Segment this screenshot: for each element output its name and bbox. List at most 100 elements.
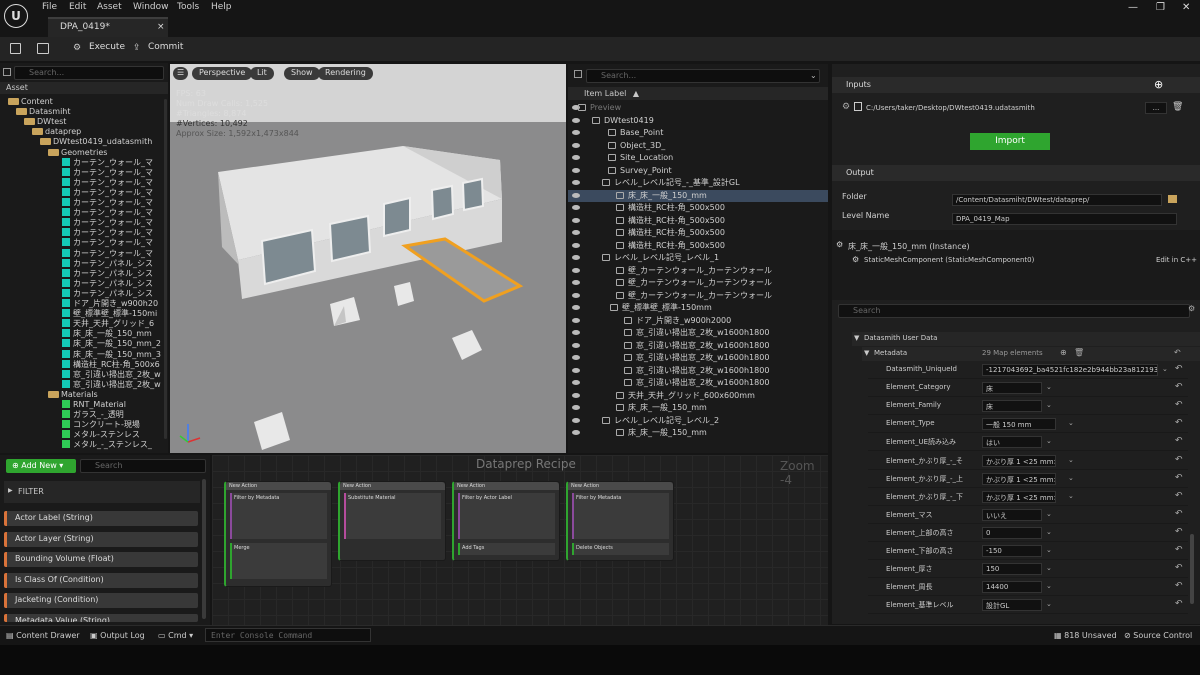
outliner-row[interactable]: 構造柱_RC柱-角_500x500	[568, 202, 828, 214]
visibility-eye-icon[interactable]	[572, 117, 580, 123]
asset-folder-item[interactable]: DWtest0419_udatasmith	[40, 137, 152, 147]
show-button[interactable]: Show	[284, 67, 320, 80]
filter-scrollbar[interactable]	[202, 479, 206, 619]
filter-item[interactable]: Actor Layer (String)	[4, 531, 198, 547]
browse-button[interactable]: ...	[1145, 102, 1167, 114]
reset-icon[interactable]: ↶	[1175, 599, 1183, 609]
asset-item[interactable]: カーテン_パネル_シス	[62, 288, 153, 299]
reset-icon[interactable]: ↶	[1175, 563, 1183, 573]
asset-folder-item[interactable]: Geometries	[48, 148, 107, 158]
outliner-row[interactable]: レベル_レベル記号_レベル_2	[568, 415, 828, 427]
metadata-value-field[interactable]: 設計GL	[982, 599, 1042, 612]
visibility-eye-icon[interactable]	[572, 267, 580, 273]
console-input[interactable]: Enter Console Command	[205, 628, 371, 642]
asset-item[interactable]: カーテン_ウォール_マ	[62, 187, 153, 198]
outliner-row[interactable]: 壁_カーテンウォール_カーテンウォール	[568, 265, 828, 277]
outliner-row[interactable]: Base_Point	[568, 127, 828, 139]
visibility-eye-icon[interactable]	[572, 392, 580, 398]
outliner-row[interactable]: 構造柱_RC柱-角_500x500	[568, 240, 828, 252]
outliner-row[interactable]: ドア_片開き_w900h2000	[568, 315, 828, 327]
reset-icon[interactable]: ↶	[1175, 382, 1183, 392]
chevron-down-icon[interactable]: ⌄	[810, 71, 817, 80]
chevron-down-icon[interactable]: ⌄	[1068, 492, 1074, 500]
outliner-row[interactable]: Site_Location	[568, 152, 828, 164]
visibility-eye-icon[interactable]	[572, 142, 580, 148]
folder-field[interactable]: /Content/Datasmiht/DWtest/dataprep/	[952, 194, 1162, 206]
metadata-value-field[interactable]: いいえ	[982, 508, 1042, 521]
asset-folder-item[interactable]: Datasmiht	[16, 107, 71, 117]
asset-item[interactable]: カーテン_ウォール_マ	[62, 157, 153, 168]
asset-item[interactable]: カーテン_ウォール_マ	[62, 198, 153, 208]
visibility-eye-icon[interactable]	[572, 317, 580, 323]
outliner-row[interactable]: Object_3D_	[568, 140, 828, 152]
outliner-row[interactable]: 窓_引違い掃出窓_2枚_w1600h1800	[568, 365, 828, 377]
details-search-input[interactable]: Search	[838, 304, 1190, 318]
content-drawer-button[interactable]: ▤ Content Drawer	[6, 631, 80, 640]
rendering-button[interactable]: Rendering	[318, 67, 373, 80]
node-step[interactable]: Filter by Metadata	[572, 493, 669, 539]
recipe-action-node[interactable]: New Action Substitute Material	[338, 481, 446, 561]
delete-all-icon[interactable]: 🗑	[1074, 348, 1084, 357]
visibility-eye-icon[interactable]	[572, 155, 580, 160]
node-substep[interactable]: Delete Objects	[572, 543, 669, 555]
metadata-value-field[interactable]: 一般 150 mm	[982, 418, 1056, 431]
outliner-row[interactable]: 壁_標準壁_標準-150mm	[568, 302, 828, 314]
chevron-down-icon[interactable]: ⌄	[1068, 474, 1074, 482]
node-step[interactable]: Filter by Actor Label	[458, 493, 555, 539]
document-tab[interactable]: DPA_0419* ×	[48, 17, 168, 37]
node-substep[interactable]: Add Tags	[458, 543, 555, 555]
menu-help[interactable]: Help	[211, 2, 232, 12]
metadata-row[interactable]: ▼ Metadata 29 Map elements ⊕ 🗑 ↶	[862, 347, 1200, 361]
outliner-row[interactable]: レベル_レベル記号_-_基準_設計GL	[568, 177, 828, 189]
outliner-row[interactable]: Survey_Point	[568, 165, 828, 177]
reset-icon[interactable]: ↶	[1175, 364, 1183, 374]
visibility-eye-icon[interactable]	[572, 305, 580, 310]
asset-folder-item[interactable]: DWtest	[24, 117, 66, 127]
visibility-eye-icon[interactable]	[572, 192, 580, 198]
lit-button[interactable]: Lit	[250, 67, 274, 80]
visibility-eye-icon[interactable]	[572, 430, 580, 435]
visibility-eye-icon[interactable]	[572, 205, 580, 210]
unreal-logo-icon[interactable]: U	[4, 4, 28, 28]
asset-item[interactable]: 構造柱_RC柱-角_500x6	[62, 359, 160, 370]
asset-item[interactable]: 床_床_一般_150_mm_2	[62, 339, 161, 349]
outliner-row[interactable]: 窓_引違い掃出窓_2枚_w1600h1800	[568, 377, 828, 389]
filter-item[interactable]: Is Class Of (Condition)	[4, 572, 198, 588]
asset-item[interactable]: カーテン_パネル_シス	[62, 258, 153, 269]
asset-item[interactable]: ガラス_-_透明	[62, 410, 124, 420]
filter-icon[interactable]	[3, 68, 11, 76]
filter-header[interactable]: ▶ FILTER	[4, 481, 200, 503]
visibility-eye-icon[interactable]	[572, 130, 580, 135]
outliner-row[interactable]: レベル_レベル記号_レベル_1	[568, 252, 828, 264]
metadata-value-field[interactable]: -150	[982, 545, 1042, 557]
close-window-icon[interactable]: ✕	[1182, 2, 1190, 13]
metadata-value-field[interactable]: 床	[982, 382, 1042, 395]
chevron-down-icon[interactable]: ⌄	[1046, 510, 1052, 518]
asset-item[interactable]: コンクリート-現場	[62, 420, 140, 430]
asset-item[interactable]: カーテン_ウォール_マ	[62, 238, 153, 248]
outliner-row[interactable]: 構造柱_RC柱-角_500x500	[568, 227, 828, 239]
chevron-down-icon[interactable]: ⌄	[1046, 528, 1052, 536]
outliner-search-input[interactable]: Search...	[586, 69, 820, 83]
outliner-row[interactable]: 窓_引違い掃出窓_2枚_w1600h1800	[568, 340, 828, 352]
filter-search-input[interactable]: Search	[80, 459, 206, 473]
node-step[interactable]: Substitute Material	[344, 493, 441, 539]
menu-tools[interactable]: Tools	[177, 2, 199, 12]
chevron-down-icon[interactable]: ⌄	[1046, 383, 1052, 391]
outliner-row[interactable]: 床_床_一般_150_mm	[568, 189, 828, 202]
component-name[interactable]: StaticMeshComponent (StaticMeshComponent…	[864, 256, 1034, 264]
metadata-value-field[interactable]: -1217043692_ba4521fc182e2b944bb23a812193…	[982, 364, 1158, 376]
recipe-action-node[interactable]: New Action Filter by Metadata Merge	[224, 481, 332, 587]
chevron-down-icon[interactable]: ⌄	[1162, 365, 1168, 373]
asset-item[interactable]: カーテン_ウォール_マ	[62, 248, 153, 259]
visibility-eye-icon[interactable]	[572, 355, 580, 360]
asset-item[interactable]: RNT_Material	[62, 400, 126, 410]
filter-item[interactable]: Jacketing (Condition)	[4, 593, 198, 608]
asset-item[interactable]: 床_床_一般_150_mm_3	[62, 349, 161, 360]
collapse-arrow-icon[interactable]: ▶	[8, 487, 13, 494]
metadata-value-field[interactable]: かぶり厚 1 <25 mm>	[982, 490, 1056, 503]
asset-item[interactable]: ドア_片開き_w900h20	[62, 299, 158, 309]
outliner-row[interactable]: 床_床_一般_150_mm	[568, 427, 828, 439]
visibility-eye-icon[interactable]	[572, 255, 580, 260]
reset-icon[interactable]: ↶	[1175, 545, 1183, 555]
